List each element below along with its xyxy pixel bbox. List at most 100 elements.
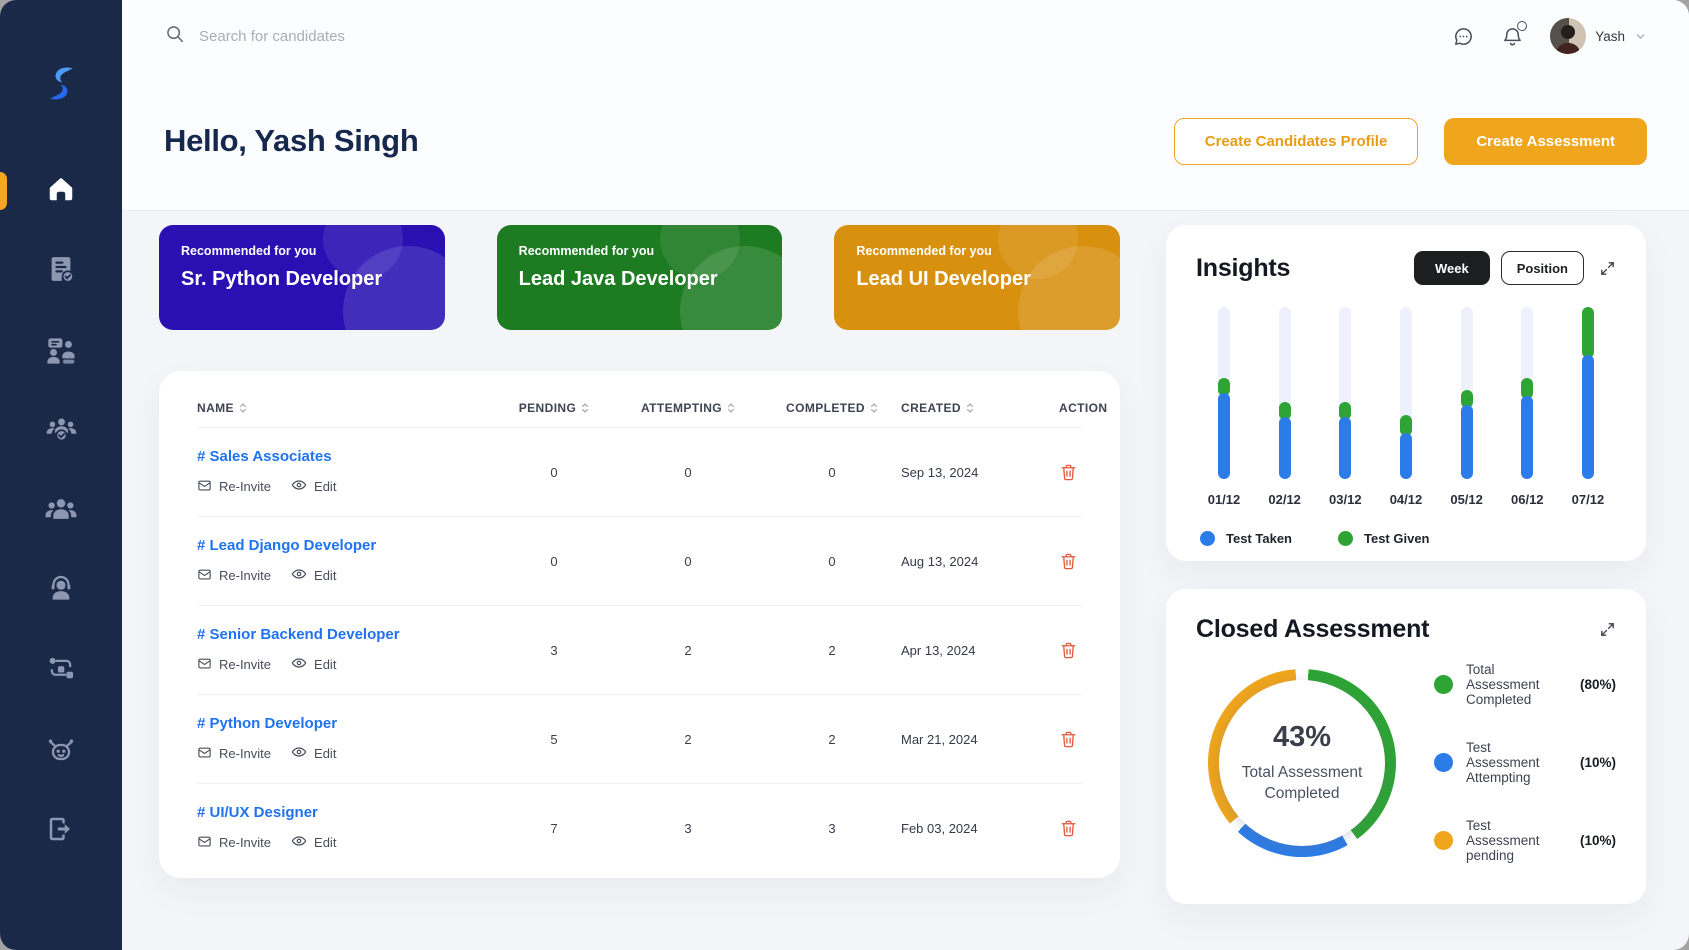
assessment-link[interactable]: # UI/UX Designer xyxy=(197,804,318,821)
create-assessment-button[interactable]: Create Assessment xyxy=(1444,117,1647,165)
pending-value: 3 xyxy=(550,642,558,658)
assessment-link[interactable]: # Python Developer xyxy=(197,715,337,732)
reinvite-action[interactable]: Re-Invite xyxy=(197,744,271,763)
chat-icon[interactable] xyxy=(1452,25,1475,48)
robot-icon xyxy=(45,733,77,770)
legend-item: Test Given xyxy=(1337,531,1430,546)
column-header-name[interactable]: NAME xyxy=(197,401,495,415)
recommended-card-python[interactable]: Recommended for you Sr. Python Developer xyxy=(159,225,445,330)
bar-label: 02/12 xyxy=(1268,492,1301,507)
header-zone: Yash Hello, Yash Singh Create Candidates… xyxy=(122,0,1689,211)
delete-trash-icon[interactable] xyxy=(1059,641,1078,660)
people-group-icon xyxy=(44,492,78,531)
bar-label: 04/12 xyxy=(1389,492,1423,507)
edit-action[interactable]: Edit xyxy=(291,744,336,763)
envelope-icon xyxy=(197,745,212,763)
sidebar-item-home[interactable] xyxy=(0,172,122,210)
envelope-icon xyxy=(197,567,212,585)
donut-label: Total Assessment Completed xyxy=(1241,763,1363,802)
insights-bar: 04/12 xyxy=(1382,307,1430,507)
sidebar-nav xyxy=(0,172,122,848)
eye-icon xyxy=(291,744,307,763)
created-value: Aug 13, 2024 xyxy=(901,553,979,569)
column-header-completed[interactable]: COMPLETED xyxy=(763,401,901,415)
attempting-value: 0 xyxy=(684,553,692,569)
user-menu[interactable]: Yash xyxy=(1550,18,1647,54)
edit-action[interactable]: Edit xyxy=(291,833,336,852)
assessment-link[interactable]: # Senior Backend Developer xyxy=(197,626,400,643)
attempting-value: 3 xyxy=(684,820,692,836)
expand-icon[interactable] xyxy=(1599,621,1616,638)
column-header-attempting[interactable]: ATTEMPTING xyxy=(613,401,763,415)
recommended-cards: Recommended for you Sr. Python Developer… xyxy=(159,225,1121,330)
reinvite-action[interactable]: Re-Invite xyxy=(197,566,271,585)
column-header-created[interactable]: CREATED xyxy=(901,401,1059,415)
bar-segment-test-taken xyxy=(1278,417,1291,479)
sidebar-item-assessments[interactable] xyxy=(0,254,122,288)
sidebar-item-team-verify[interactable] xyxy=(0,414,122,448)
recommended-card-ui[interactable]: Recommended for you Lead UI Developer xyxy=(834,225,1121,330)
notifications-bell-icon[interactable] xyxy=(1501,20,1528,48)
bar-label: 07/12 xyxy=(1571,492,1605,507)
edit-action[interactable]: Edit xyxy=(291,566,336,585)
legend-item: Test Assessment pending (10%) xyxy=(1434,818,1616,863)
sidebar-item-candidates[interactable] xyxy=(0,494,122,528)
reinvite-action[interactable]: Re-Invite xyxy=(197,655,271,674)
page-title: Hello, Yash Singh xyxy=(164,123,419,158)
created-value: Sep 13, 2024 xyxy=(901,464,979,480)
insights-panel: Insights Week Position 01/12 02/12 03/12 04… xyxy=(1166,225,1646,561)
toggle-week-button[interactable]: Week xyxy=(1413,251,1490,285)
completion-donut-chart: 43% Total Assessment Completed xyxy=(1208,668,1396,857)
sidebar-item-support[interactable] xyxy=(0,574,122,608)
card-eyebrow: Recommended for you xyxy=(518,244,655,258)
column-header-action: ACTION xyxy=(1059,401,1108,415)
bar-label: 01/12 xyxy=(1207,492,1241,507)
insights-chart: 01/12 02/12 03/12 04/12 05/12 06/12 07/12 xyxy=(1196,307,1616,507)
sidebar-item-workflow[interactable] xyxy=(0,654,122,688)
recommended-card-java[interactable]: Recommended for you Lead Java Developer xyxy=(496,225,783,330)
edit-action[interactable]: Edit xyxy=(291,477,336,496)
assessments-table: NAME PENDING ATTEMPTING COMPLETED CREATE… xyxy=(159,371,1120,878)
created-value: Mar 21, 2024 xyxy=(901,731,978,747)
column-header-pending[interactable]: PENDING xyxy=(495,401,613,415)
insights-bar: 07/12 xyxy=(1564,307,1612,507)
sidebar-item-interviews[interactable] xyxy=(0,334,122,368)
bar-label: 03/12 xyxy=(1329,492,1362,507)
legend-dot-pending xyxy=(1434,831,1453,850)
assessment-link[interactable]: # Sales Associates xyxy=(197,448,332,465)
card-eyebrow: Recommended for you xyxy=(856,244,992,258)
bar-label: 06/12 xyxy=(1511,492,1544,507)
created-value: Apr 13, 2024 xyxy=(901,642,976,658)
edit-action[interactable]: Edit xyxy=(291,655,336,674)
workflow-icon xyxy=(46,654,76,689)
search-input[interactable] xyxy=(199,27,519,45)
toggle-position-button[interactable]: Position xyxy=(1500,251,1584,285)
assessment-link[interactable]: # Lead Django Developer xyxy=(197,537,376,554)
main-area: Yash Hello, Yash Singh Create Candidates… xyxy=(122,0,1689,950)
topbar: Yash xyxy=(122,0,1689,72)
sidebar-item-assistant-bot[interactable] xyxy=(0,734,122,768)
legend-dot-attempting xyxy=(1434,753,1453,772)
delete-trash-icon[interactable] xyxy=(1059,730,1078,749)
reinvite-action[interactable]: Re-Invite xyxy=(197,833,271,852)
header-actions: Create Candidates Profile Create Assessm… xyxy=(1173,117,1647,165)
pending-value: 0 xyxy=(550,553,558,569)
closed-legend: Total Assessment Completed (80%) Test Ass… xyxy=(1434,662,1616,863)
sidebar-item-logout[interactable] xyxy=(0,814,122,848)
create-candidates-profile-button[interactable]: Create Candidates Profile xyxy=(1173,117,1419,165)
notification-badge xyxy=(1517,20,1528,31)
legend-item: Test Assessment Attempting (10%) xyxy=(1434,740,1616,785)
delete-trash-icon[interactable] xyxy=(1059,463,1078,482)
legend-dot-test-taken xyxy=(1200,531,1215,546)
user-name: Yash xyxy=(1595,28,1625,44)
eye-icon xyxy=(291,655,307,674)
sort-icon xyxy=(728,403,735,413)
delete-trash-icon[interactable] xyxy=(1059,552,1078,571)
eye-icon xyxy=(291,477,307,496)
donut-percentage: 43% xyxy=(1272,720,1332,753)
expand-icon[interactable] xyxy=(1599,260,1616,277)
reinvite-action[interactable]: Re-Invite xyxy=(197,477,271,496)
right-column: Insights Week Position 01/12 02/12 03/12 04… xyxy=(1166,225,1646,950)
delete-trash-icon[interactable] xyxy=(1059,819,1078,838)
closed-assessment-title: Closed Assessment xyxy=(1196,615,1430,643)
